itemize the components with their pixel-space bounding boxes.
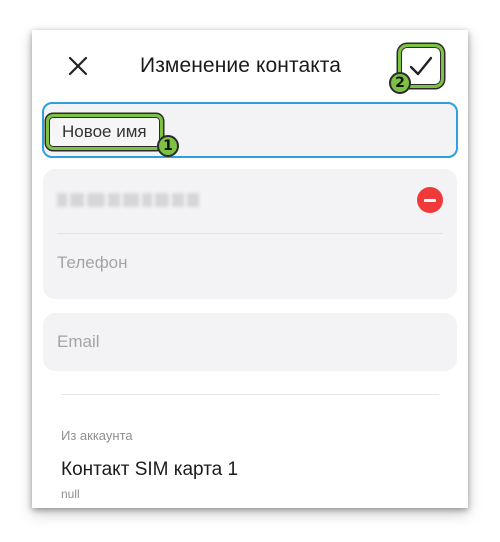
header-bar: Изменение контакта 2 — [32, 30, 468, 102]
divider — [61, 394, 439, 395]
step-badge-2: 2 — [389, 72, 411, 94]
step-badge-1: 1 — [157, 135, 179, 157]
close-icon — [68, 56, 88, 76]
phone-input[interactable]: Телефон — [57, 253, 128, 273]
checkmark-icon — [409, 56, 433, 76]
remove-circle-icon — [424, 198, 436, 202]
account-caption: Из аккаунта — [61, 428, 133, 443]
name-placeholder[interactable]: Новое имя — [62, 122, 147, 142]
account-type: null — [61, 487, 80, 501]
page-title: Изменение контакта — [140, 54, 342, 77]
divider — [57, 233, 443, 234]
blurred-phone-number[interactable] — [57, 191, 207, 209]
close-button[interactable] — [62, 50, 94, 82]
edit-contact-screen: Изменение контакта 2 Новое имя 1 Телефон — [32, 30, 468, 508]
email-field[interactable]: Email — [43, 313, 457, 371]
account-name[interactable]: Контакт SIM карта 1 — [61, 459, 238, 481]
phone-section: Телефон — [43, 169, 457, 299]
email-placeholder[interactable]: Email — [57, 332, 100, 352]
remove-phone-button[interactable] — [417, 187, 443, 213]
